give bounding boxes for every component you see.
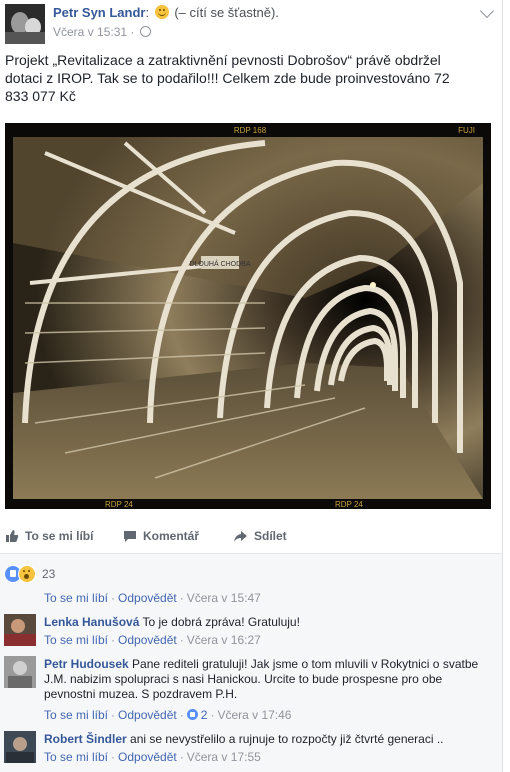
post-like-link[interactable]: To se mi líbí: [44, 591, 108, 605]
wow-icon: [18, 565, 36, 583]
post-photo[interactable]: DLOUHÁ CHODBA RDP 168 FUJI RDP 24 RDP 24: [5, 123, 491, 509]
comment-time[interactable]: Včera v 17:55: [187, 750, 261, 764]
post-action-line: To se mi líbí · Odpovědět · Včera v 15:47: [44, 591, 261, 605]
post-actions: To se mi líbí Komentář Sdílet: [5, 527, 485, 547]
comment-text: To je dobrá zpráva! Gratuluju!: [142, 615, 300, 629]
share-button-label: Sdílet: [254, 529, 287, 543]
comment-action-line: To se mi líbí · Odpovědět · 2 · Včera v 17:46: [44, 708, 292, 722]
globe-icon[interactable]: [139, 26, 151, 37]
post-title-line: Petr Syn Landr: (– cítí se šťastně).: [53, 5, 279, 20]
comment-body: Lenka Hanušová To je dobrá zpráva! Gratu…: [44, 615, 484, 630]
comment-avatar[interactable]: [4, 614, 36, 646]
post-line-time[interactable]: Včera v 15:47: [187, 591, 261, 605]
feeling-smile-icon: [154, 5, 169, 19]
post-timestamp[interactable]: Včera v 15:31: [53, 25, 127, 39]
comment-icon: [124, 530, 136, 542]
comment-button[interactable]: Komentář: [123, 529, 199, 543]
share-icon: [234, 530, 247, 542]
comment-reply-link[interactable]: Odpovědět: [118, 750, 177, 764]
reaction-count: 23: [42, 567, 56, 581]
comment-time[interactable]: Včera v 16:27: [187, 633, 261, 647]
comment-avatar[interactable]: [4, 731, 36, 763]
post-meta: Včera v 15:31 ·: [53, 25, 151, 39]
author-avatar[interactable]: [5, 4, 45, 44]
comment-action-line: To se mi líbí · Odpovědět · Včera v 17:55: [44, 750, 261, 764]
chevron-down-icon[interactable]: [479, 3, 495, 19]
post-text: Projekt „Revitalizace a zatraktivnění pe…: [5, 52, 450, 104]
comment-button-label: Komentář: [143, 529, 200, 543]
like-button[interactable]: To se mi líbí: [5, 529, 93, 543]
tunnel-photo-image: DLOUHÁ CHODBA RDP 168 FUJI RDP 24 RDP 24: [5, 123, 491, 509]
comment-author[interactable]: Petr Hudousek: [44, 657, 129, 671]
meta-separator: ·: [130, 25, 135, 39]
comment-body: Robert Šindler ani se nevystřelilo a ruj…: [44, 732, 484, 747]
like-button-label: To se mi líbí: [25, 529, 94, 543]
comment-likes-count[interactable]: 2: [186, 708, 207, 722]
author-name[interactable]: Petr Syn Landr: [53, 5, 145, 20]
avatar-image: [4, 656, 36, 688]
feeling-text: (– cítí se šťastně).: [174, 5, 279, 20]
photo-sign-text: DLOUHÁ CHODBA: [189, 259, 250, 268]
post-card: Petr Syn Landr: (– cítí se šťastně). Vče…: [0, 0, 503, 772]
comment-like-link[interactable]: To se mi líbí: [44, 750, 108, 764]
photo-film-mark-top: RDP 168: [234, 126, 267, 135]
comment-like-link[interactable]: To se mi líbí: [44, 708, 108, 722]
avatar-image: [4, 731, 36, 763]
photo-film-mark-corner: FUJI: [458, 126, 475, 135]
photo-film-mark-bottom-right: RDP 24: [335, 500, 363, 509]
post-header: Petr Syn Landr: (– cítí se šťastně). Vče…: [5, 3, 495, 44]
comment-body: Petr Hudousek Pane rediteli gratuluji! J…: [44, 657, 484, 702]
comment-reply-link[interactable]: Odpovědět: [118, 633, 177, 647]
photo-film-mark-bottom-left: RDP 24: [105, 500, 133, 509]
comment-reply-link[interactable]: Odpovědět: [118, 708, 177, 722]
comment-avatar[interactable]: [4, 656, 36, 688]
comment-text: ani se nevystřelilo a rujnuje to rozpočt…: [130, 732, 444, 746]
thumbs-up-icon: [6, 530, 19, 542]
comment-author[interactable]: Robert Šindler: [44, 732, 127, 746]
like-icon: [186, 709, 198, 720]
comment-author[interactable]: Lenka Hanušová: [44, 615, 139, 629]
post-reply-link[interactable]: Odpovědět: [118, 591, 177, 605]
comment-action-line: To se mi líbí · Odpovědět · Včera v 16:27: [44, 633, 261, 647]
share-button[interactable]: Sdílet: [233, 529, 287, 543]
comment-time[interactable]: Včera v 17:46: [217, 708, 291, 722]
reactions-summary[interactable]: 23: [4, 565, 55, 583]
comment-like-link[interactable]: To se mi líbí: [44, 633, 108, 647]
comments-section: 23 To se mi líbí · Odpovědět · Včera v 15:47…: [0, 554, 502, 772]
avatar-image: [4, 614, 36, 646]
